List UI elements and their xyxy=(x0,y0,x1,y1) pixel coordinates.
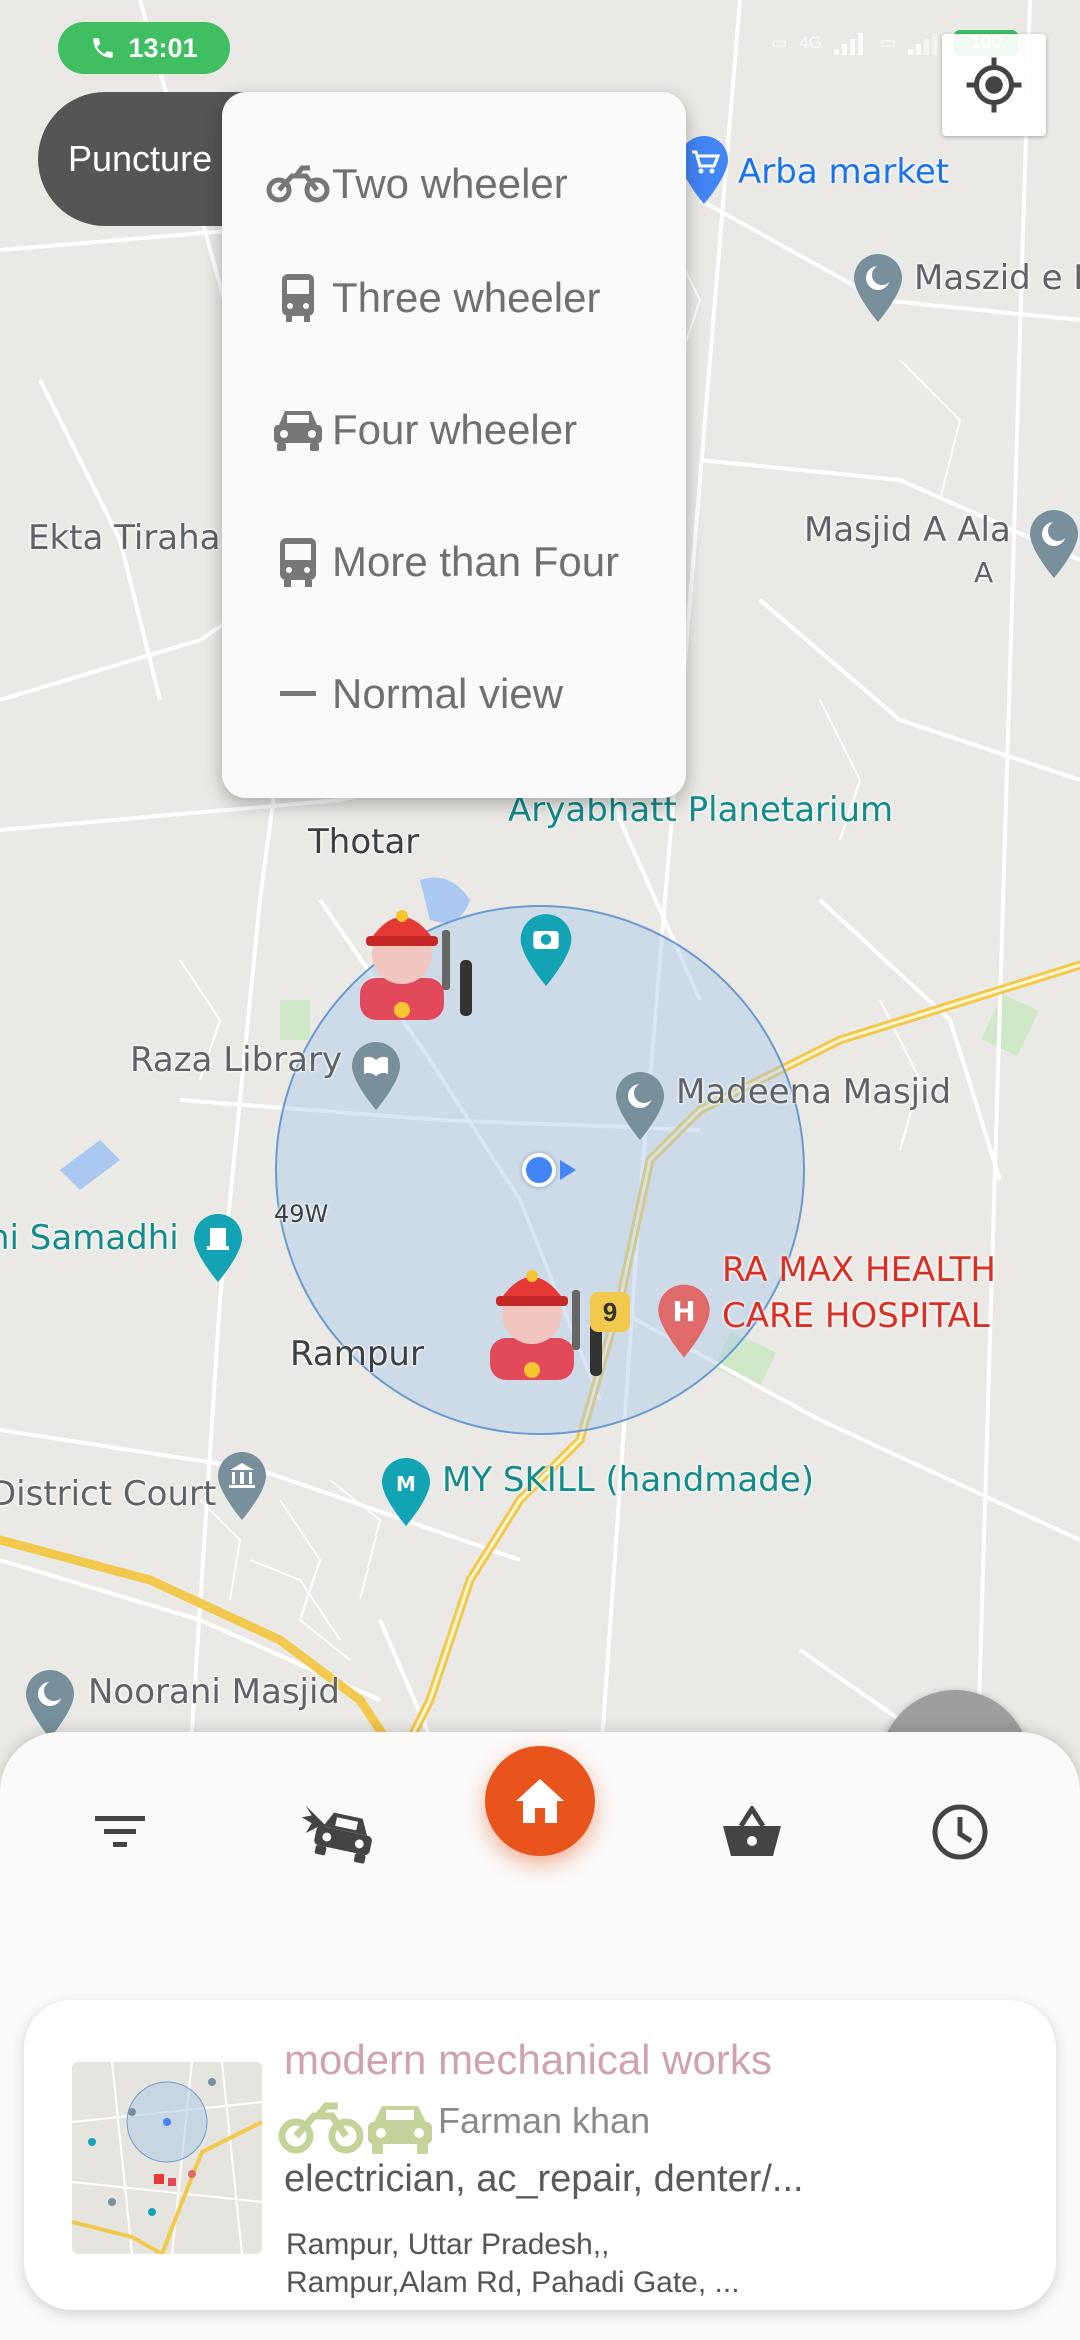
motorcycle-icon xyxy=(266,158,330,210)
puncture-label: Puncture xyxy=(68,138,213,179)
menu-item-normal-view[interactable]: Normal view xyxy=(222,628,686,760)
menu-item-three-wheeler[interactable]: Three wheeler xyxy=(222,232,686,364)
camera-pin-icon[interactable] xyxy=(516,912,576,988)
nav-history-button[interactable] xyxy=(918,1790,1002,1874)
menu-item-label: More than Four xyxy=(332,538,620,585)
map-label-ra-max-hospital-2: CARE HOSPITAL xyxy=(722,1296,990,1336)
current-location-dot xyxy=(522,1153,556,1187)
map-label-samadhi: hi Samadhi xyxy=(0,1218,179,1258)
tram-icon xyxy=(266,272,330,324)
museum-pin-icon[interactable]: M xyxy=(378,1456,434,1528)
svg-text:H: H xyxy=(672,1295,695,1328)
mosque-pin-icon[interactable] xyxy=(22,1668,78,1740)
map-label-madeena-masjid: Madeena Masjid xyxy=(676,1072,952,1112)
shop-services: electrician, ac_repair, denter/... xyxy=(284,2158,804,2200)
shop-owner: Farman khan xyxy=(438,2100,651,2141)
bus-icon xyxy=(266,536,330,588)
map-label-noorani-masjid: Noorani Masjid xyxy=(88,1672,341,1712)
mechanic-icon xyxy=(360,910,472,1020)
network-type: 4G xyxy=(799,33,822,52)
my-location-icon xyxy=(966,57,1022,113)
menu-item-label: Three wheeler xyxy=(332,274,601,321)
heading-arrow-icon xyxy=(560,1160,576,1180)
mosque-pin-icon[interactable] xyxy=(1026,508,1080,580)
map-label-ra-max-hospital-1: RA MAX HEALTH xyxy=(722,1250,996,1290)
signal-icon xyxy=(833,33,863,55)
hospital-pin-icon[interactable]: H xyxy=(654,1282,714,1360)
shop-card[interactable]: modern mechanical works Farman khan elec… xyxy=(24,2000,1056,2310)
map-label-road-49w: 49W xyxy=(274,1200,329,1228)
supported-vehicles xyxy=(278,2100,436,2156)
nav-home-button[interactable] xyxy=(485,1746,595,1856)
map-label-rampur: Rampur xyxy=(290,1334,424,1374)
clock-icon xyxy=(932,1804,988,1860)
volte-icon: ▭ xyxy=(771,33,788,52)
dash-icon xyxy=(266,668,330,720)
shop-address-line-2: Rampur,Alam Rd, Pahadi Gate, ... xyxy=(286,2266,740,2299)
map-label-my-skill: MY SKILL (handmade) xyxy=(442,1460,815,1500)
map-label-masjid-a-ala-sub: A xyxy=(974,556,994,589)
monument-pin-icon[interactable] xyxy=(190,1212,246,1284)
motorcycle-icon xyxy=(278,2102,364,2154)
menu-item-label: Four wheeler xyxy=(332,406,578,453)
menu-item-more-than-four[interactable]: More than Four xyxy=(222,496,686,628)
nav-accident-button[interactable] xyxy=(296,1790,380,1874)
signal-icon-2 xyxy=(908,33,937,55)
map-label-district-court: District Court xyxy=(0,1474,217,1514)
courthouse-pin-icon[interactable] xyxy=(214,1450,270,1522)
menu-item-four-wheeler[interactable]: Four wheeler xyxy=(222,364,686,496)
map-label-raza-library: Raza Library xyxy=(130,1040,343,1080)
map-label-ekta-tiraha: Ekta Tiraha xyxy=(28,518,221,558)
menu-item-label: Normal view xyxy=(332,670,564,717)
home-icon xyxy=(516,1779,564,1823)
basket-icon xyxy=(723,1806,781,1856)
phone-icon xyxy=(93,38,114,58)
nav-filter-button[interactable] xyxy=(78,1790,162,1874)
menu-item-two-wheeler[interactable]: Two wheeler xyxy=(222,136,686,232)
map-label-maszid: Maszid e I xyxy=(914,258,1080,298)
parking-icon: 9 xyxy=(590,1292,630,1332)
mosque-pin-icon[interactable] xyxy=(612,1070,668,1142)
vehicle-type-menu: Two wheeler Three wheeler Four wheeler M… xyxy=(222,92,686,798)
library-pin-icon[interactable] xyxy=(348,1040,404,1112)
map-label-arba-market: Arba market xyxy=(738,152,950,192)
car-crash-icon xyxy=(301,1805,372,1864)
mechanic-marker[interactable] xyxy=(350,900,490,1020)
mosque-pin-icon[interactable] xyxy=(850,252,906,324)
map-label-thotar: Thotar xyxy=(308,822,420,862)
nav-basket-button[interactable] xyxy=(710,1790,794,1874)
car-icon xyxy=(368,2106,432,2154)
map-label-masjid-a-ala: Masjid A Ala xyxy=(804,510,1011,550)
filter-icon xyxy=(95,1816,145,1847)
status-time: 13:01 xyxy=(128,32,198,63)
ongoing-call-indicator[interactable]: 13:01 xyxy=(58,22,230,74)
car-icon xyxy=(266,404,330,456)
menu-item-label: Two wheeler xyxy=(332,160,568,207)
volte-icon-2: ▭ xyxy=(879,33,896,52)
svg-text:M: M xyxy=(396,1472,416,1496)
shop-address-line-1: Rampur, Uttar Pradesh,, xyxy=(286,2228,610,2261)
shop-map-thumbnail xyxy=(72,2062,262,2254)
shop-name: modern mechanical works xyxy=(284,2036,772,2083)
my-location-button[interactable] xyxy=(942,34,1046,136)
